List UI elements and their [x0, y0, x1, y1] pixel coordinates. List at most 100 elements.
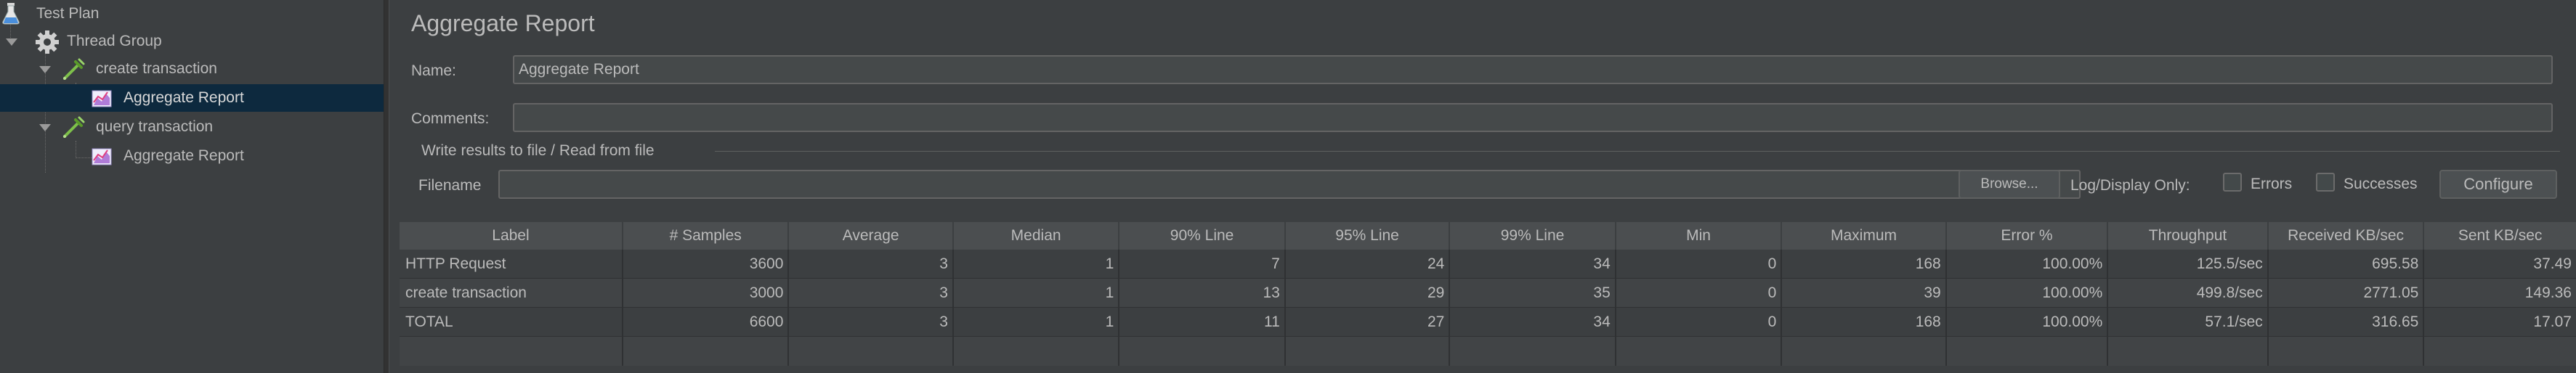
column-header-median[interactable]: Median	[954, 222, 1120, 250]
column-header-95-line[interactable]: 95% Line	[1286, 222, 1451, 250]
table-cell: 100.00%	[1946, 308, 2109, 337]
table-cell: 168	[1782, 250, 1947, 279]
column-header-maximum[interactable]: Maximum	[1782, 222, 1947, 250]
pipette-icon	[61, 57, 85, 80]
table-cell: 34	[1450, 250, 1616, 279]
table-cell: 499.8/sec	[2108, 279, 2269, 308]
expand-arrow-icon[interactable]	[6, 38, 17, 46]
tree-item-thread-group[interactable]: Thread Group	[0, 28, 384, 55]
comments-label: Comments:	[411, 110, 490, 127]
table-cell: 125.5/sec	[2108, 250, 2269, 279]
column-header-samples[interactable]: # Samples	[623, 222, 790, 250]
table-cell: 0	[1616, 250, 1783, 279]
table-cell-empty	[2424, 337, 2576, 366]
table-cell: 24	[1285, 250, 1451, 279]
group-border	[715, 151, 2560, 152]
column-header-label[interactable]: Label	[400, 222, 623, 250]
page-title: Aggregate Report	[411, 10, 595, 36]
table-cell: 0	[1616, 308, 1783, 337]
table-cell: 695.58	[2268, 250, 2425, 279]
table-cell-empty	[1119, 337, 1286, 366]
results-table[interactable]: Label # Samples Average Median 90% Line …	[400, 222, 2576, 366]
expand-arrow-icon[interactable]	[39, 124, 51, 131]
tree-item-test-plan[interactable]: Test Plan	[0, 0, 384, 28]
table-cell: 29	[1285, 279, 1451, 308]
table-cell: 27	[1285, 308, 1451, 337]
table-row[interactable]: HTTP Request 3600 3 1 7 24 34 0 168 100.…	[400, 250, 2576, 279]
table-cell: 3	[789, 250, 954, 279]
flask-icon	[0, 1, 22, 25]
column-header-sent-kb[interactable]: Sent KB/sec	[2424, 222, 2576, 250]
table-cell: 316.65	[2268, 308, 2425, 337]
split-pane-divider[interactable]	[384, 0, 389, 373]
filename-field[interactable]	[498, 170, 2081, 199]
successes-label: Successes	[2344, 176, 2418, 192]
table-empty-row	[400, 337, 2576, 366]
tree-item-label: Aggregate Report	[123, 89, 244, 106]
tree-item-create-transaction[interactable]: create transaction	[0, 55, 384, 83]
tree-item-label: Aggregate Report	[123, 147, 244, 164]
table-cell-empty	[789, 337, 954, 366]
expand-arrow-icon[interactable]	[39, 66, 51, 73]
pipette-icon	[61, 115, 85, 138]
table-cell: 3600	[623, 250, 790, 279]
table-cell: 39	[1782, 279, 1947, 308]
name-label: Name:	[411, 62, 456, 79]
table-cell: create transaction	[400, 279, 623, 308]
configure-button[interactable]: Configure	[2439, 170, 2557, 199]
table-cell-empty	[400, 337, 623, 366]
table-row[interactable]: create transaction 3000 3 1 13 29 35 0 3…	[400, 279, 2576, 308]
column-header-throughput[interactable]: Throughput	[2108, 222, 2269, 250]
column-header-90-line[interactable]: 90% Line	[1119, 222, 1286, 250]
chart-icon	[92, 146, 113, 168]
table-cell: 35	[1450, 279, 1616, 308]
tree-item-aggregate-report-selected[interactable]: Aggregate Report	[0, 84, 384, 112]
comments-field[interactable]	[513, 103, 2553, 132]
table-cell: 37.49	[2424, 250, 2576, 279]
table-cell-empty	[2269, 337, 2425, 366]
table-cell: 3000	[623, 279, 790, 308]
column-header-received-kb[interactable]: Received KB/sec	[2269, 222, 2425, 250]
table-header: Label # Samples Average Median 90% Line …	[400, 222, 2576, 250]
table-cell: 100.00%	[1946, 279, 2109, 308]
table-cell-empty	[1286, 337, 1451, 366]
browse-button[interactable]: Browse...	[1959, 170, 2060, 199]
table-cell: 1	[953, 250, 1120, 279]
tree-item-query-transaction[interactable]: query transaction	[0, 113, 384, 141]
table-cell: 13	[1119, 279, 1286, 308]
column-header-error-percent[interactable]: Error %	[1947, 222, 2109, 250]
successes-checkbox[interactable]	[2316, 173, 2335, 192]
tree-item-label: query transaction	[96, 118, 214, 135]
errors-checkbox[interactable]	[2223, 173, 2242, 192]
table-cell: 168	[1782, 308, 1947, 337]
table-cell-empty	[954, 337, 1120, 366]
errors-label: Errors	[2251, 176, 2293, 192]
table-cell: 57.1/sec	[2108, 308, 2269, 337]
column-header-99-line[interactable]: 99% Line	[1450, 222, 1616, 250]
table-cell: 17.07	[2424, 308, 2576, 337]
file-group-label: Write results to file / Read from file	[421, 142, 655, 159]
name-field[interactable]	[513, 55, 2553, 84]
tree-item-aggregate-report[interactable]: Aggregate Report	[0, 142, 384, 170]
table-cell: 2771.05	[2268, 279, 2425, 308]
table-cell-empty	[623, 337, 790, 366]
table-cell-empty	[1947, 337, 2109, 366]
tree-item-label: Test Plan	[36, 5, 100, 22]
table-cell: 7	[1119, 250, 1286, 279]
gear-icon	[35, 30, 59, 54]
table-cell: 1	[953, 279, 1120, 308]
table-cell: 0	[1616, 279, 1783, 308]
table-cell: 100.00%	[1946, 250, 2109, 279]
table-cell: 34	[1450, 308, 1616, 337]
tree-item-label: Thread Group	[67, 33, 162, 49]
table-cell: 3	[789, 279, 954, 308]
table-cell: HTTP Request	[400, 250, 623, 279]
log-display-only-label: Log/Display Only:	[2070, 177, 2190, 194]
column-header-min[interactable]: Min	[1616, 222, 1783, 250]
table-row[interactable]: TOTAL 6600 3 1 11 27 34 0 168 100.00% 57…	[400, 308, 2576, 337]
table-cell: 6600	[623, 308, 790, 337]
column-header-average[interactable]: Average	[789, 222, 954, 250]
test-plan-tree[interactable]: Test Plan Thread Group create transactio…	[0, 0, 384, 373]
table-cell-empty	[2108, 337, 2269, 366]
filename-label: Filename	[418, 177, 482, 194]
